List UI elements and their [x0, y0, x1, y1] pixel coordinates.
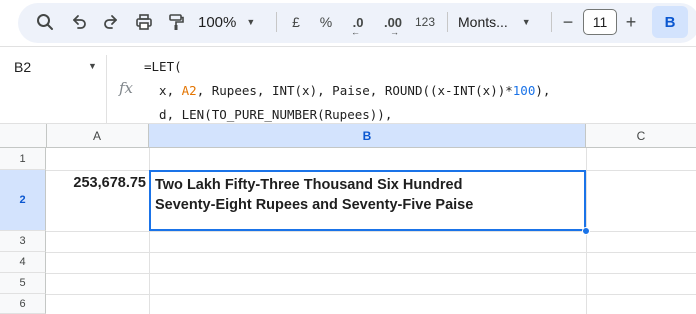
bold-label: B	[664, 13, 676, 31]
currency-format-label: £	[292, 14, 300, 30]
formula-text: ),	[535, 83, 551, 98]
arrow-left-icon: ←	[351, 27, 360, 37]
formula-number: 100	[512, 83, 536, 98]
decrease-font-size-button[interactable]: −	[557, 7, 579, 37]
row-header-1[interactable]: 1	[0, 148, 46, 170]
formula-text: =LET(	[144, 59, 182, 74]
percent-format-label: %	[319, 14, 333, 30]
currency-format-button[interactable]: £	[284, 7, 308, 37]
plus-icon: +	[625, 11, 637, 32]
toolbar-divider	[447, 12, 448, 32]
font-size-input[interactable]: 11	[583, 9, 617, 35]
toolbar: 100% ▼ £ % .0 ← .00 → 123 Monts... ▼ − 1…	[0, 0, 696, 46]
cell-b2-text-line: Two Lakh Fifty-Three Thousand Six Hundre…	[155, 177, 463, 193]
undo-icon[interactable]	[64, 7, 94, 37]
minus-icon: −	[562, 11, 574, 32]
paint-format-icon[interactable]	[161, 7, 191, 37]
toolbar-divider	[551, 12, 552, 32]
arrow-right-icon: →	[390, 27, 399, 37]
increase-font-size-button[interactable]: +	[620, 7, 642, 37]
grid-line	[46, 294, 696, 295]
formula-text: , Rupees, INT(x), Paise, ROUND((x-INT(x)…	[196, 83, 513, 98]
row-header-4[interactable]: 4	[0, 252, 46, 273]
grid-line	[46, 231, 696, 232]
cell-b2-text-line: Seventy-Eight Rupees and Seventy-Five Pa…	[155, 197, 474, 213]
cell-a2[interactable]: 253,678.75	[46, 170, 149, 230]
grid-line	[46, 252, 696, 253]
decrease-decimal-button[interactable]: .0 ←	[344, 7, 372, 38]
chevron-down-icon: ▼	[246, 17, 256, 27]
column-header-c[interactable]: C	[586, 124, 696, 147]
select-all-corner[interactable]	[0, 124, 47, 147]
zoom-select[interactable]: 100% ▼	[198, 7, 268, 37]
font-family-value: Monts...	[458, 14, 508, 30]
increase-decimal-button[interactable]: .00 →	[378, 7, 408, 38]
font-size-value: 11	[592, 14, 608, 30]
chevron-down-icon: ▼	[521, 17, 531, 27]
formula-line: =LET(	[144, 59, 182, 74]
zoom-value: 100%	[198, 13, 237, 31]
chevron-down-icon[interactable]: ▼	[88, 61, 97, 71]
number-format-button[interactable]: 123	[412, 7, 438, 37]
cell-b2-selected[interactable]: Two Lakh Fifty-Three Thousand Six Hundre…	[149, 170, 586, 231]
formula-line: x, A2, Rupees, INT(x), Paise, ROUND((x-I…	[144, 83, 550, 98]
column-header-row: A B C	[0, 124, 696, 148]
formula-cell-reference: A2	[181, 83, 197, 98]
redo-icon[interactable]	[96, 7, 126, 37]
row-header-6[interactable]: 6	[0, 294, 46, 314]
bold-button[interactable]: B	[652, 6, 688, 38]
fx-icon: fx	[119, 79, 134, 97]
formula-bar: B2 ▼ fx =LET( x, A2, Rupees, INT(x), Pai…	[0, 46, 696, 124]
row-header-3[interactable]: 3	[0, 231, 46, 252]
grid-line	[46, 273, 696, 274]
formula-text: x,	[144, 83, 182, 98]
column-header-a[interactable]: A	[46, 124, 149, 147]
number-format-label: 123	[414, 15, 436, 29]
row-header-5[interactable]: 5	[0, 273, 46, 294]
fill-handle[interactable]	[582, 227, 590, 235]
font-family-select[interactable]: Monts... ▼	[458, 7, 542, 37]
formula-line: d, LEN(TO_PURE_NUMBER(Rupees)),	[144, 107, 392, 122]
name-box[interactable]: B2	[14, 59, 31, 75]
formula-text: d, LEN(TO_PURE_NUMBER(Rupees)),	[144, 107, 393, 122]
column-header-b[interactable]: B	[149, 124, 586, 147]
row-header-2[interactable]: 2	[0, 170, 46, 231]
print-icon[interactable]	[129, 7, 159, 37]
search-icon[interactable]	[30, 7, 60, 37]
percent-format-button[interactable]: %	[314, 7, 338, 37]
toolbar-divider	[276, 12, 277, 32]
formula-bar-divider	[106, 55, 107, 123]
